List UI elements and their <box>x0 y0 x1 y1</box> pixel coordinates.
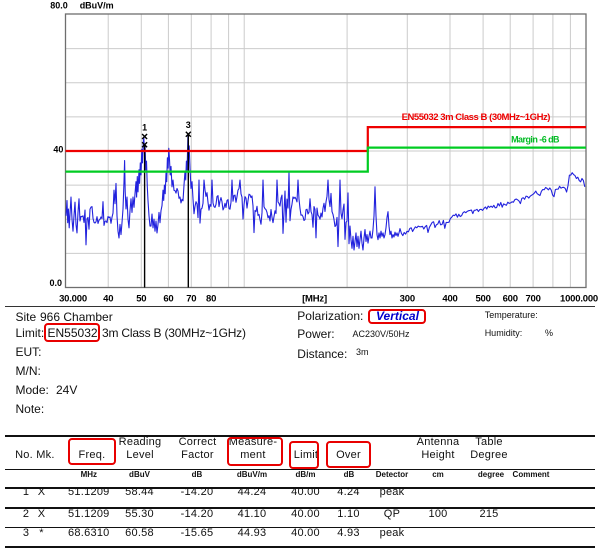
svg-text:EN55032 3m Class B (30MHz~1GHz: EN55032 3m Class B (30MHz~1GHz) <box>402 112 551 123</box>
svg-text:80.0: 80.0 <box>50 1 68 11</box>
svg-text:300: 300 <box>400 294 415 305</box>
svg-text:70: 70 <box>186 294 196 305</box>
svg-text:1: 1 <box>142 123 147 133</box>
svg-text:60: 60 <box>163 294 173 305</box>
svg-text:1000.000: 1000.000 <box>560 294 598 305</box>
svg-text:600: 600 <box>503 294 518 305</box>
svg-text:40: 40 <box>103 294 113 305</box>
svg-text:50: 50 <box>136 294 146 305</box>
svg-text:0.0: 0.0 <box>49 278 62 288</box>
svg-text:700: 700 <box>525 294 540 305</box>
svg-text:80: 80 <box>206 294 216 305</box>
svg-text:30.000: 30.000 <box>59 294 87 305</box>
svg-text:500: 500 <box>475 294 490 305</box>
svg-text:[MHz]: [MHz] <box>302 294 327 305</box>
svg-text:40: 40 <box>53 145 63 155</box>
svg-text:Margin -6 dB: Margin -6 dB <box>511 135 560 145</box>
svg-text:dBuV/m: dBuV/m <box>80 1 114 11</box>
svg-text:400: 400 <box>442 294 457 305</box>
svg-text:3: 3 <box>186 120 191 130</box>
